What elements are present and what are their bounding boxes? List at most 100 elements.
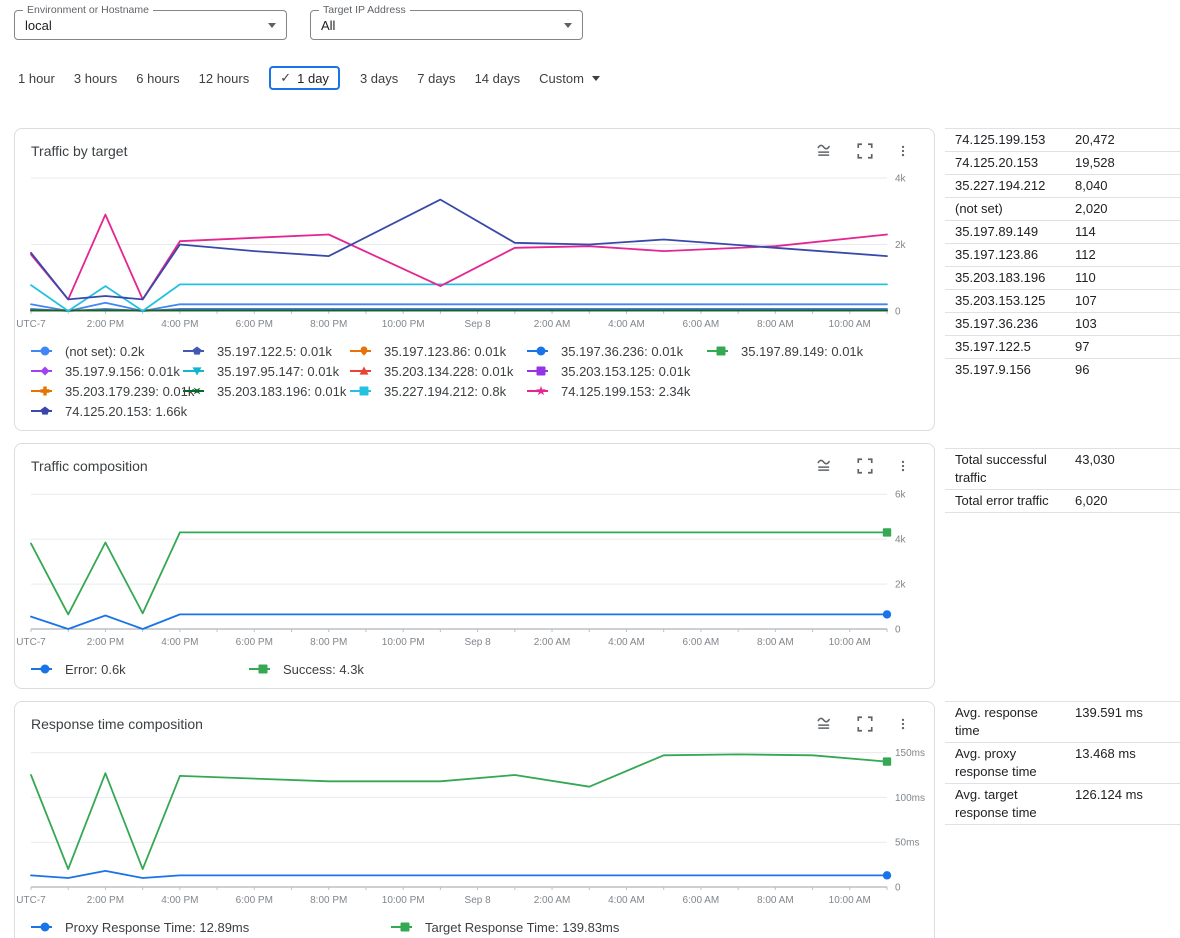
panel-header: Traffic by target bbox=[31, 142, 918, 160]
legend-label: 35.203.179.239: 0.01k bbox=[65, 384, 194, 399]
legend-item-success[interactable]: Success: 4.3k bbox=[249, 662, 918, 677]
row-value: 103 bbox=[1075, 315, 1097, 333]
svg-text:8:00 PM: 8:00 PM bbox=[310, 637, 347, 648]
table-row: 35.197.89.149114 bbox=[945, 221, 1180, 244]
series-marker-icon bbox=[31, 385, 57, 397]
legend-item-35-197-89-149[interactable]: 35.197.89.149: 0.01k bbox=[707, 344, 918, 359]
dropdown-caret-icon bbox=[564, 23, 572, 28]
chart-canvas-traffic-by-target[interactable]: 02k4kUTC-72:00 PM4:00 PM6:00 PM8:00 PM10… bbox=[31, 168, 918, 337]
legend-item-35-203-179-239[interactable]: 35.203.179.239: 0.01k bbox=[31, 384, 183, 399]
fullscreen-button[interactable] bbox=[856, 142, 874, 160]
row-label: Total error traffic bbox=[955, 492, 1065, 510]
row-label: 35.203.183.196 bbox=[955, 269, 1065, 287]
svg-text:10:00 PM: 10:00 PM bbox=[382, 895, 425, 906]
time-range-3-days[interactable]: 3 days bbox=[360, 71, 398, 86]
time-range-3-hours[interactable]: 3 hours bbox=[74, 71, 117, 86]
series-marker-icon bbox=[183, 365, 209, 377]
legend-item-not-set[interactable]: (not set): 0.2k bbox=[31, 344, 183, 359]
legend-item-35-203-153-125[interactable]: 35.203.153.125: 0.01k bbox=[527, 364, 707, 379]
series-marker-icon bbox=[350, 365, 376, 377]
fullscreen-icon bbox=[856, 142, 874, 160]
time-range-7-days[interactable]: 7 days bbox=[417, 71, 455, 86]
chart-settings-button[interactable] bbox=[816, 457, 834, 475]
svg-text:2:00 PM: 2:00 PM bbox=[87, 637, 124, 648]
panel-title: Traffic by target bbox=[31, 143, 127, 159]
fullscreen-button[interactable] bbox=[856, 715, 874, 733]
svg-text:6:00 PM: 6:00 PM bbox=[236, 637, 273, 648]
table-row: Avg. target response time126.124 ms bbox=[945, 784, 1180, 825]
traffic-by-target-row: Traffic by target 02k4kUTC-72:00 PM4:00 … bbox=[14, 128, 1180, 431]
legend-item-35-203-134-228[interactable]: 35.203.134.228: 0.01k bbox=[350, 364, 527, 379]
legend-item-error[interactable]: Error: 0.6k bbox=[31, 662, 249, 677]
table-row: Total successful traffic 43,030 bbox=[945, 449, 1180, 490]
time-range-12-hours[interactable]: 12 hours bbox=[199, 71, 250, 86]
time-range-6-hours[interactable]: 6 hours bbox=[136, 71, 179, 86]
svg-text:UTC-7: UTC-7 bbox=[16, 319, 46, 330]
dropdown-caret-icon bbox=[268, 23, 276, 28]
environment-select-value: local bbox=[25, 18, 268, 33]
legend-item-74-125-20-153[interactable]: 74.125.20.153: 1.66k bbox=[31, 404, 183, 419]
time-range-label: 1 hour bbox=[18, 71, 55, 86]
legend-item-target-response-time[interactable]: Target Response Time: 139.83ms bbox=[391, 920, 918, 935]
svg-text:Sep 8: Sep 8 bbox=[465, 895, 492, 906]
legend-item-35-227-194-212[interactable]: 35.227.194.212: 0.8k bbox=[350, 384, 527, 399]
table-row: 35.203.153.125107 bbox=[945, 290, 1180, 313]
legend-item-35-197-122-5[interactable]: 35.197.122.5: 0.01k bbox=[183, 344, 350, 359]
time-range-label: 6 hours bbox=[136, 71, 179, 86]
legend-item-35-197-123-86[interactable]: 35.197.123.86: 0.01k bbox=[350, 344, 527, 359]
panel-toolbar bbox=[816, 715, 910, 733]
table-row: 35.197.9.15696 bbox=[945, 359, 1180, 381]
svg-text:2:00 AM: 2:00 AM bbox=[534, 637, 571, 648]
svg-text:4:00 AM: 4:00 AM bbox=[608, 637, 645, 648]
time-range-14-days[interactable]: 14 days bbox=[475, 71, 521, 86]
dashboard-content: Traffic by target 02k4kUTC-72:00 PM4:00 … bbox=[0, 128, 1180, 938]
row-label: Total successful traffic bbox=[955, 451, 1065, 487]
legend-item-35-197-9-156[interactable]: 35.197.9.156: 0.01k bbox=[31, 364, 183, 379]
svg-text:4k: 4k bbox=[895, 535, 907, 546]
chart-canvas-traffic-composition[interactable]: 02k4k6kUTC-72:00 PM4:00 PM6:00 PM8:00 PM… bbox=[31, 483, 918, 655]
legend-label: 35.227.194.212: 0.8k bbox=[384, 384, 506, 399]
chart-legend: Proxy Response Time: 12.89msTarget Respo… bbox=[31, 917, 918, 937]
svg-text:0: 0 bbox=[895, 883, 901, 894]
time-range-bar: 1 hour 3 hours 6 hours 12 hours ✓1 day 3 days… bbox=[18, 66, 1180, 90]
svg-text:4:00 PM: 4:00 PM bbox=[161, 637, 198, 648]
time-range-label: 14 days bbox=[475, 71, 521, 86]
legend-item-proxy-response-time[interactable]: Proxy Response Time: 12.89ms bbox=[31, 920, 391, 935]
custom-caret-icon bbox=[592, 76, 600, 81]
environment-select[interactable]: Environment or Hostname local bbox=[14, 10, 287, 40]
time-range-1-day[interactable]: ✓1 day bbox=[269, 66, 340, 90]
legend-item-35-197-36-236[interactable]: 35.197.36.236: 0.01k bbox=[527, 344, 707, 359]
time-range-custom[interactable]: Custom bbox=[539, 71, 600, 86]
more-options-button[interactable] bbox=[896, 457, 910, 475]
svg-text:2:00 PM: 2:00 PM bbox=[87, 895, 124, 906]
more-options-button[interactable] bbox=[896, 715, 910, 733]
svg-text:Sep 8: Sep 8 bbox=[465, 637, 492, 648]
fullscreen-button[interactable] bbox=[856, 457, 874, 475]
target-ip-select[interactable]: Target IP Address All bbox=[310, 10, 583, 40]
row-value: 97 bbox=[1075, 338, 1089, 356]
panel-header: Response time composition bbox=[31, 715, 918, 733]
row-value: 96 bbox=[1075, 361, 1089, 379]
time-range-label: 12 hours bbox=[199, 71, 250, 86]
panel-traffic-composition: Traffic composition 02k4k6kUTC-72:00 PM4… bbox=[14, 443, 935, 689]
time-range-1-hour[interactable]: 1 hour bbox=[18, 71, 55, 86]
legend-item-35-203-183-196[interactable]: 35.203.183.196: 0.01k bbox=[183, 384, 350, 399]
chart-settings-icon bbox=[816, 715, 834, 733]
legend-item-74-125-199-153[interactable]: 74.125.199.153: 2.34k bbox=[527, 384, 707, 399]
table-row: (not set)2,020 bbox=[945, 198, 1180, 221]
fullscreen-icon bbox=[856, 715, 874, 733]
chart-canvas-response-time[interactable]: 050ms100ms150msUTC-72:00 PM4:00 PM6:00 P… bbox=[31, 741, 918, 913]
svg-text:8:00 AM: 8:00 AM bbox=[757, 895, 794, 906]
table-row: 35.227.194.2128,040 bbox=[945, 175, 1180, 198]
row-value: 43,030 bbox=[1075, 451, 1115, 469]
side-table: Avg. response time139.591 msAvg. proxy r… bbox=[945, 701, 1180, 825]
check-icon: ✓ bbox=[280, 70, 291, 86]
legend-label: 35.203.134.228: 0.01k bbox=[384, 364, 513, 379]
series-marker-icon bbox=[527, 345, 553, 357]
svg-text:4:00 AM: 4:00 AM bbox=[608, 895, 645, 906]
chart-settings-button[interactable] bbox=[816, 715, 834, 733]
legend-label: 35.203.183.196: 0.01k bbox=[217, 384, 346, 399]
more-options-button[interactable] bbox=[896, 142, 910, 160]
legend-item-35-197-95-147[interactable]: 35.197.95.147: 0.01k bbox=[183, 364, 350, 379]
chart-settings-button[interactable] bbox=[816, 142, 834, 160]
